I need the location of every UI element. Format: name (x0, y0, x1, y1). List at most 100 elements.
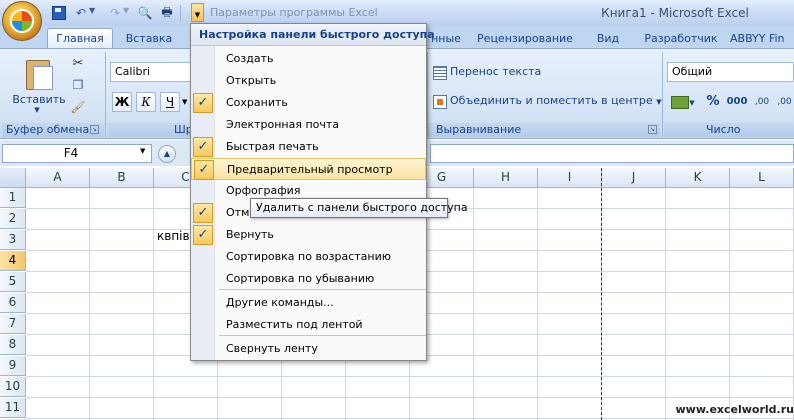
tooltip: Удалить с панели быстрого доступа (250, 198, 468, 218)
number-group-label: Число (664, 123, 794, 137)
number-format-select[interactable]: Общий (667, 62, 794, 82)
clipboard-launcher-icon[interactable]: ↘ (90, 125, 99, 134)
copy-icon[interactable]: ❐ (70, 78, 86, 94)
gridline-vertical (665, 188, 666, 420)
row-header-7[interactable]: 7 (0, 314, 26, 334)
customize-quick-access-menu: Настройка панели быстрого доступа Создат… (190, 23, 435, 361)
menu-item[interactable]: Разместить под лентой (191, 314, 426, 336)
merge-dropdown-icon[interactable]: ▼ (656, 98, 661, 106)
column-header-j[interactable]: J (602, 168, 666, 188)
menu-item-label: Вернуть (226, 228, 274, 241)
menu-item[interactable]: ✓ Вернуть (191, 224, 426, 246)
paste-dropdown-icon[interactable]: ▼ (32, 106, 42, 114)
decrease-decimal-button[interactable]: ,00 (775, 92, 794, 112)
thousands-separator-button[interactable]: 000 (725, 92, 749, 112)
column-header-i[interactable]: I (538, 168, 602, 188)
gridline-vertical (729, 188, 730, 420)
office-button[interactable] (2, 1, 42, 41)
row-header-1[interactable]: 1 (0, 188, 26, 208)
merge-center-button[interactable]: Объединить и поместить в центре ▼ (450, 94, 662, 110)
menu-title: Настройка панели быстрого доступа (191, 24, 435, 46)
row-header-3[interactable]: 3 (0, 230, 26, 250)
quick-print-icon[interactable]: 🖶 (158, 4, 176, 22)
undo-icon[interactable]: ↶ (72, 4, 90, 22)
menu-item[interactable]: ✓ Предварительный просмотр (191, 158, 426, 180)
italic-button[interactable]: К (136, 92, 156, 112)
row-header-2[interactable]: 2 (0, 209, 26, 229)
column-header-h[interactable]: H (474, 168, 538, 188)
menu-item[interactable]: Электронная почта (191, 114, 426, 136)
menu-item[interactable]: Открыть (191, 70, 426, 92)
row-header-9[interactable]: 9 (0, 356, 26, 376)
formula-input[interactable] (430, 144, 794, 163)
menu-item[interactable]: ✓ Сохранить (191, 92, 426, 114)
menu-item-label: Свернуть ленту (226, 342, 318, 355)
paste-icon[interactable] (24, 56, 54, 90)
alignment-group-label: Выравнивание (428, 123, 660, 137)
underline-button[interactable]: Ч (160, 92, 180, 112)
gridline-horizontal (26, 376, 794, 377)
wrap-text-button[interactable]: Перенос текста (450, 65, 600, 81)
save-icon[interactable] (50, 4, 68, 22)
checkmark-icon: ✓ (193, 203, 213, 223)
tab-review[interactable]: Рецензирование (469, 28, 581, 48)
underline-dropdown-icon[interactable]: ▼ (182, 98, 190, 106)
gridline-horizontal (26, 397, 794, 398)
menu-item-label: Сортировка по возрастанию (226, 250, 392, 263)
tab-view[interactable]: Вид (588, 28, 628, 48)
menu-item[interactable]: Другие команды... (191, 292, 426, 314)
select-all-corner[interactable] (0, 168, 26, 188)
format-painter-icon[interactable]: 🖌 (70, 100, 86, 116)
menu-item-label: Быстрая печать (226, 140, 319, 153)
name-box-expand-icon[interactable]: ▲ (158, 145, 176, 163)
print-preview-icon[interactable]: 🔍 (136, 4, 154, 22)
row-header-4[interactable]: 4 (0, 251, 26, 271)
merge-center-icon[interactable] (433, 95, 447, 109)
gridline-vertical (153, 188, 154, 420)
percent-button[interactable]: % (704, 92, 722, 112)
column-header-b[interactable]: B (90, 168, 154, 188)
row-header-6[interactable]: 6 (0, 293, 26, 313)
window-title: Книга1 - Microsoft Excel (601, 6, 749, 20)
menu-item-label: Электронная почта (226, 118, 340, 131)
alignment-launcher-icon[interactable]: ↘ (648, 125, 657, 134)
undo-dropdown-icon[interactable]: ▼ (89, 6, 97, 15)
menu-item[interactable]: Свернуть ленту (191, 338, 426, 360)
column-header-a[interactable]: A (26, 168, 90, 188)
bold-button[interactable]: Ж (112, 92, 132, 112)
cut-icon[interactable]: ✂ (70, 56, 86, 72)
customize-arrow-icon[interactable]: ▼ (191, 3, 204, 22)
menu-item[interactable]: Сортировка по убыванию (191, 268, 426, 290)
menu-item[interactable]: ✓ Быстрая печать (191, 136, 426, 158)
checkmark-icon: ✓ (194, 160, 214, 180)
menu-item[interactable]: Создать (191, 48, 426, 70)
checkmark-icon: ✓ (193, 137, 213, 157)
font-name-input[interactable]: Calibri (110, 62, 192, 82)
menu-separator (219, 335, 426, 336)
redo-dropdown-icon[interactable]: ▼ (123, 6, 131, 15)
row-header-8[interactable]: 8 (0, 335, 26, 355)
font-group-label: Шр (108, 123, 192, 137)
column-header-k[interactable]: K (666, 168, 730, 188)
column-header-l[interactable]: L (730, 168, 794, 188)
gridline-vertical (537, 188, 538, 420)
wrap-text-icon[interactable] (433, 66, 447, 80)
currency-icon[interactable]: ▼ (668, 92, 698, 112)
tab-insert[interactable]: Вставка (115, 28, 183, 48)
tab-developer[interactable]: Разработчик (636, 28, 726, 48)
name-box-dropdown-icon[interactable]: ▼ (140, 147, 150, 155)
menu-item[interactable]: Сортировка по возрастанию (191, 246, 426, 268)
menu-item-label: Открыть (226, 74, 277, 87)
row-header-5[interactable]: 5 (0, 272, 26, 292)
tab-home[interactable]: Главная (47, 28, 113, 48)
row-header-10[interactable]: 10 (0, 377, 26, 397)
menu-separator (219, 289, 426, 290)
row-header-11[interactable]: 11 (0, 398, 26, 418)
menu-item-label: Сохранить (226, 96, 288, 109)
name-box[interactable]: F4 (2, 144, 152, 163)
paste-button[interactable]: Вставить (8, 93, 70, 106)
redo-icon[interactable]: ↷ (106, 4, 124, 22)
tab-abbyy[interactable]: ABBYY Fin (730, 28, 794, 48)
increase-decimal-button[interactable]: ,00 (752, 92, 772, 112)
watermark: www.excelworld.ru (675, 403, 794, 416)
